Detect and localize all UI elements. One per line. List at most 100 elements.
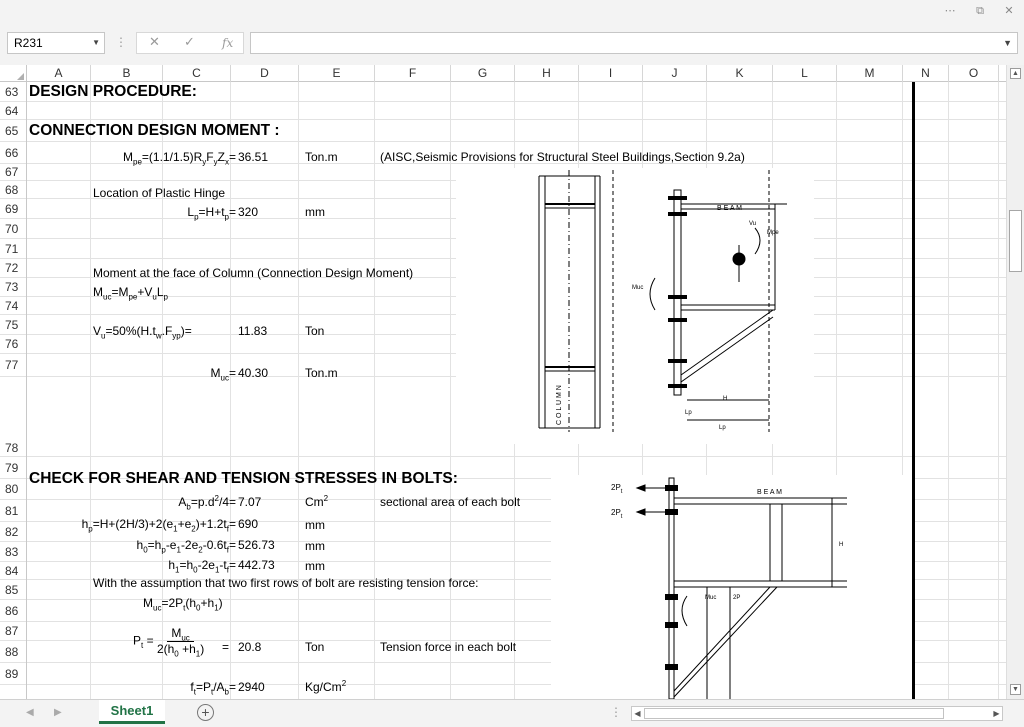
row-header-71[interactable]: 71 xyxy=(0,239,26,259)
cell-e82[interactable]: mm xyxy=(305,539,325,553)
restore-window-icon[interactable]: ⧉ xyxy=(971,3,989,19)
cell-a65[interactable]: CONNECTION DESIGN MOMENT : xyxy=(29,123,280,139)
column-header-b[interactable]: B xyxy=(91,65,163,82)
cell-f87[interactable]: Tension force in each bolt xyxy=(380,640,516,654)
cell-c77[interactable]: Muc= xyxy=(211,366,236,382)
cell-d81[interactable]: 690 xyxy=(238,517,258,531)
ribbon-display-options-icon[interactable]: ⋯ xyxy=(941,3,959,19)
row-header-70[interactable]: 70 xyxy=(0,219,26,239)
row-header-82[interactable]: 82 xyxy=(0,522,26,542)
row-header-85[interactable]: 85 xyxy=(0,580,26,600)
cell-e87[interactable]: Ton xyxy=(305,640,324,654)
row-header-64[interactable]: 64 xyxy=(0,102,26,120)
cell-e66[interactable]: Ton.m xyxy=(305,150,338,164)
select-all-button[interactable] xyxy=(0,65,27,82)
row-header-63[interactable]: 63 xyxy=(0,82,26,102)
column-header-o[interactable]: O xyxy=(949,65,999,82)
cell-e75[interactable]: Ton xyxy=(305,324,324,338)
column-header-n[interactable]: N xyxy=(903,65,949,82)
row-header-88[interactable]: 88 xyxy=(0,641,26,663)
scroll-right-icon[interactable]: ▶ xyxy=(991,708,1002,719)
horizontal-scrollbar[interactable]: ◀ ▶ xyxy=(631,706,1003,721)
row-header-74[interactable]: 74 xyxy=(0,297,26,315)
column-header-c[interactable]: C xyxy=(163,65,231,82)
vertical-scrollbar[interactable]: ▲ ▼ xyxy=(1006,65,1024,699)
cell-b72[interactable]: Moment at the face of Column (Connection… xyxy=(93,266,413,280)
next-sheet-icon[interactable]: ▶ xyxy=(54,707,62,718)
cell-c82[interactable]: h0=hp-e1-2e2-0.6tf= xyxy=(137,538,236,554)
cell-e69[interactable]: mm xyxy=(305,205,325,219)
row-header-84[interactable]: 84 xyxy=(0,562,26,580)
expand-formula-bar-icon[interactable]: ▼ xyxy=(1003,33,1012,53)
row-header-75[interactable]: 75 xyxy=(0,315,26,335)
cell-c69[interactable]: Lp=H+tp= xyxy=(187,205,236,221)
column-header-a[interactable]: A xyxy=(27,65,91,82)
row-header-72[interactable]: 72 xyxy=(0,259,26,278)
column-header-h[interactable]: H xyxy=(515,65,579,82)
worksheet-grid[interactable]: DESIGN PROCEDURE: CONNECTION DESIGN MOME… xyxy=(27,82,1006,699)
cell-e83[interactable]: mm xyxy=(305,559,325,573)
cell-b75[interactable]: Vu=50%(H.tw.Fyp)= xyxy=(93,324,192,340)
row-header-80[interactable]: 80 xyxy=(0,479,26,500)
column-header-k[interactable]: K xyxy=(707,65,773,82)
cell-c81[interactable]: hp=H+(2H/3)+2(e1+e2)+1.2tf= xyxy=(82,517,236,533)
chevron-down-icon[interactable]: ▼ xyxy=(92,33,100,53)
cell-b73[interactable]: Muc=Mpe+VuLp xyxy=(93,285,168,301)
vertical-scroll-thumb[interactable] xyxy=(1009,210,1022,272)
cell-f80[interactable]: sectional area of each bolt xyxy=(380,495,520,509)
scroll-down-icon[interactable]: ▼ xyxy=(1010,684,1021,695)
row-header-65[interactable]: 65 xyxy=(0,120,26,142)
name-box[interactable]: R231 ▼ xyxy=(7,32,105,54)
cell-e80[interactable]: Cm2 xyxy=(305,495,328,510)
cell-b85[interactable]: Muc=2Pt(h0+h1) xyxy=(143,596,223,612)
cell-d69[interactable]: 320 xyxy=(238,205,258,219)
row-header-67[interactable]: 67 xyxy=(0,164,26,181)
row-header-89[interactable]: 89 xyxy=(0,663,26,685)
tab-split-handle-icon[interactable]: ⋮ xyxy=(610,705,622,719)
cancel-icon[interactable]: ✕ xyxy=(149,33,160,53)
row-header-87[interactable]: 87 xyxy=(0,622,26,641)
row-header-66[interactable]: 66 xyxy=(0,142,26,164)
cell-c83[interactable]: h1=h0-2e1-tf= xyxy=(168,558,236,574)
column-header-d[interactable]: D xyxy=(231,65,299,82)
row-header-83[interactable]: 83 xyxy=(0,542,26,562)
row-header-73[interactable]: 73 xyxy=(0,278,26,297)
formula-input[interactable]: ▼ xyxy=(250,32,1018,54)
row-header-78[interactable]: 78 xyxy=(0,377,26,457)
cell-d66[interactable]: 36.51 xyxy=(238,150,268,164)
cell-a63[interactable]: DESIGN PROCEDURE: xyxy=(29,84,197,100)
cell-b68[interactable]: Location of Plastic Hinge xyxy=(93,186,225,200)
scroll-left-icon[interactable]: ◀ xyxy=(632,708,643,719)
column-header-g[interactable]: G xyxy=(451,65,515,82)
insert-function-icon[interactable]: fx xyxy=(222,33,233,53)
row-header-76[interactable]: 76 xyxy=(0,335,26,354)
cell-e89[interactable]: Kg/Cm2 xyxy=(305,680,346,695)
cell-d77[interactable]: 40.30 xyxy=(238,366,268,380)
cell-d82[interactable]: 526.73 xyxy=(238,538,275,552)
row-header-68[interactable]: 68 xyxy=(0,181,26,199)
cell-b87-equation[interactable]: Pt = Muc 2(h0 +h1) xyxy=(133,627,204,658)
scroll-up-icon[interactable]: ▲ xyxy=(1010,68,1021,79)
cell-d75[interactable]: 11.83 xyxy=(238,324,267,338)
column-header-i[interactable]: I xyxy=(579,65,643,82)
close-window-icon[interactable]: ✕ xyxy=(1000,3,1018,19)
row-header-81[interactable]: 81 xyxy=(0,500,26,522)
column-header-e[interactable]: E xyxy=(299,65,375,82)
cell-c87-equals[interactable]: = xyxy=(222,640,229,654)
cell-c66[interactable]: Mpe=(1.1/1.5)RyFyZx= xyxy=(123,150,236,166)
cell-c80[interactable]: Ab=p.d2/4= xyxy=(178,495,236,511)
row-header-77[interactable]: 77 xyxy=(0,354,26,377)
cell-d83[interactable]: 442.73 xyxy=(238,558,275,572)
add-sheet-icon[interactable]: + xyxy=(197,704,214,721)
cell-b84[interactable]: With the assumption that two first rows … xyxy=(93,576,479,590)
enter-icon[interactable]: ✓ xyxy=(184,33,195,53)
cell-f66[interactable]: (AISC,Seismic Provisions for Structural … xyxy=(380,150,745,164)
cell-e77[interactable]: Ton.m xyxy=(305,366,338,380)
row-header-79[interactable]: 79 xyxy=(0,457,26,479)
cell-d89[interactable]: 2940 xyxy=(238,680,265,694)
cell-d87[interactable]: 20.8 xyxy=(238,640,261,654)
row-header-69[interactable]: 69 xyxy=(0,199,26,219)
column-header-j[interactable]: J xyxy=(643,65,707,82)
column-header-f[interactable]: F xyxy=(375,65,451,82)
cell-a79[interactable]: CHECK FOR SHEAR AND TENSION STRESSES IN … xyxy=(29,471,458,487)
